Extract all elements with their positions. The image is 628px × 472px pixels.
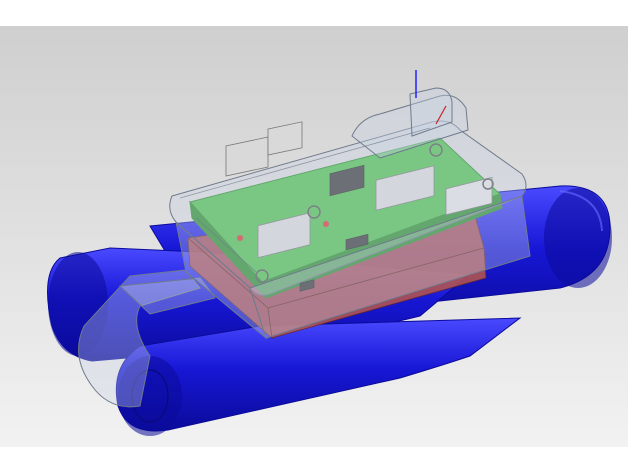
- cad-viewport[interactable]: [0, 0, 628, 472]
- enclosure-assembly-render[interactable]: [0, 26, 628, 447]
- model-canvas[interactable]: [0, 26, 628, 447]
